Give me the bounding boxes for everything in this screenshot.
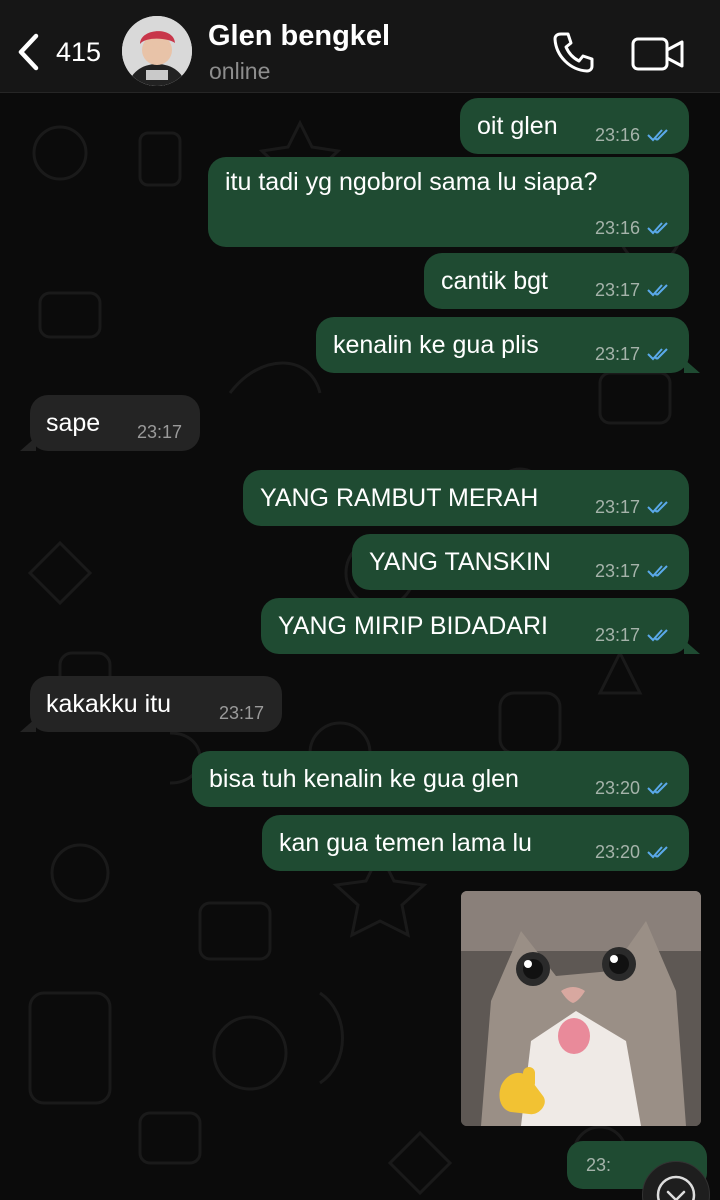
unread-count: 415 bbox=[56, 36, 102, 67]
chevron-left-icon bbox=[18, 33, 39, 71]
message-outgoing[interactable]: YANG MIRIP BIDADARI 23:17 bbox=[261, 598, 700, 654]
message-time: 23:17 bbox=[594, 625, 640, 645]
phone-icon bbox=[553, 32, 594, 73]
voice-call-button[interactable] bbox=[552, 30, 596, 74]
message-outgoing[interactable]: kan gua temen lama lu 23:20 bbox=[262, 815, 689, 871]
message-meta: 23:20 bbox=[595, 775, 674, 801]
message-meta: 23:16 bbox=[595, 215, 674, 241]
back-button[interactable]: 415 bbox=[16, 28, 126, 76]
message-outgoing[interactable]: kenalin ke gua plis 23:17 bbox=[316, 317, 700, 373]
message-time: 23:20 bbox=[594, 842, 640, 862]
message-time: 23:16 bbox=[594, 218, 640, 238]
double-check-read-icon bbox=[647, 129, 668, 142]
message-text: cantik bgt bbox=[441, 267, 549, 295]
message-outgoing[interactable]: bisa tuh kenalin ke gua glen 23:20 bbox=[192, 751, 689, 807]
message-text: YANG TANSKIN bbox=[369, 548, 551, 576]
message-text: kan gua temen lama lu bbox=[279, 829, 532, 857]
message-text: itu tadi yg ngobrol sama lu siapa? bbox=[225, 168, 598, 196]
message-meta: 23:17 bbox=[595, 277, 674, 303]
double-check-read-icon bbox=[647, 629, 668, 642]
message-time: 23:16 bbox=[594, 125, 640, 145]
message-text: YANG MIRIP BIDADARI bbox=[278, 612, 548, 640]
video-call-button[interactable] bbox=[630, 34, 686, 74]
avatar[interactable] bbox=[122, 16, 192, 86]
contact-status: online bbox=[209, 58, 271, 84]
chat-header: 415 Glen bengkel online bbox=[0, 0, 720, 93]
message-outgoing[interactable]: itu tadi yg ngobrol sama lu siapa? 23:16 bbox=[208, 157, 689, 247]
double-check-read-icon bbox=[647, 565, 668, 578]
message-meta: 23:20 bbox=[595, 839, 674, 865]
message-time: 23:17 bbox=[594, 280, 640, 300]
message-text: kakakku itu bbox=[46, 690, 172, 718]
message-meta: 23:17 bbox=[219, 700, 264, 726]
chevron-down-icon bbox=[656, 1175, 696, 1200]
message-time: 23:17 bbox=[594, 561, 640, 581]
message-time: 23:17 bbox=[218, 703, 264, 723]
video-camera-icon bbox=[631, 37, 684, 71]
message-meta: 23:17 bbox=[595, 494, 674, 520]
double-check-read-icon bbox=[647, 846, 668, 859]
double-check-read-icon bbox=[647, 348, 668, 361]
message-text: sape bbox=[46, 409, 101, 437]
message-text: oit glen bbox=[477, 112, 558, 140]
message-time: 23: bbox=[586, 1155, 612, 1175]
message-meta: 23:17 bbox=[595, 558, 674, 584]
message-incoming[interactable]: sape 23:17 bbox=[20, 395, 200, 451]
cat-sticker-photo[interactable] bbox=[461, 891, 701, 1126]
double-check-read-icon bbox=[647, 222, 668, 235]
message-time: 23:20 bbox=[594, 778, 640, 798]
scroll-to-bottom-button[interactable] bbox=[642, 1161, 710, 1200]
double-check-read-icon bbox=[647, 501, 668, 514]
message-time: 23:17 bbox=[594, 344, 640, 364]
message-meta: 23:17 bbox=[595, 341, 674, 367]
contact-name[interactable]: Glen bengkel bbox=[208, 20, 390, 53]
message-outgoing[interactable]: oit glen 23:16 bbox=[460, 98, 689, 154]
message-text: YANG RAMBUT MERAH bbox=[260, 484, 539, 512]
message-time: 23:17 bbox=[136, 422, 182, 442]
message-incoming[interactable]: kakakku itu 23:17 bbox=[20, 676, 282, 732]
message-meta: 23:16 bbox=[595, 122, 674, 148]
double-check-read-icon bbox=[647, 284, 668, 297]
message-list[interactable]: oit glen 23:16 itu tadi yg ngobrol sama … bbox=[0, 93, 720, 1200]
message-outgoing[interactable]: YANG TANSKIN 23:17 bbox=[352, 534, 689, 590]
message-outgoing[interactable]: YANG RAMBUT MERAH 23:17 bbox=[243, 470, 689, 526]
message-meta: 23:17 bbox=[137, 419, 182, 445]
message-outgoing[interactable]: cantik bgt 23:17 bbox=[424, 253, 689, 309]
message-text: bisa tuh kenalin ke gua glen bbox=[209, 765, 519, 793]
message-time: 23:17 bbox=[594, 497, 640, 517]
message-text: kenalin ke gua plis bbox=[333, 331, 539, 359]
double-check-read-icon bbox=[647, 782, 668, 795]
message-meta: 23:17 bbox=[595, 622, 674, 648]
